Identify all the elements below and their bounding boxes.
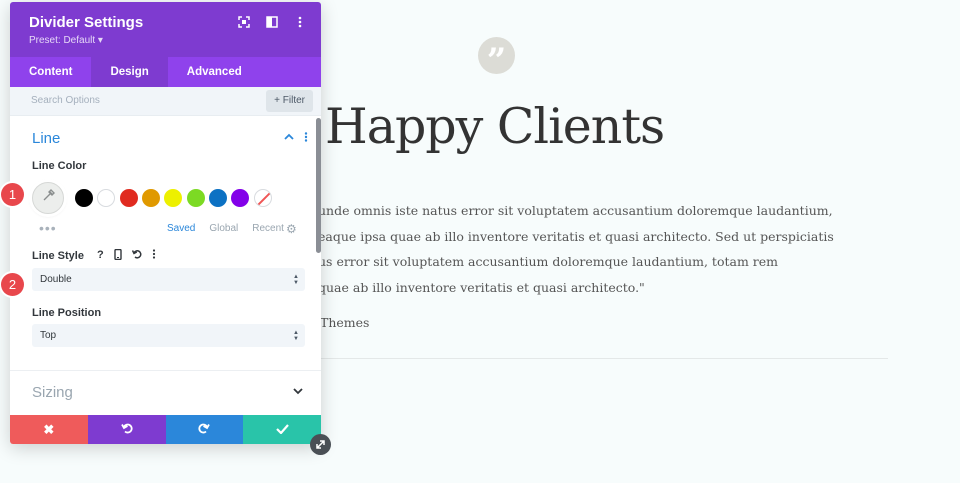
page-title: Happy Clients — [325, 98, 665, 155]
chevron-down-icon — [293, 384, 303, 398]
line-color-label: Line Color — [32, 160, 87, 172]
swatch-orange[interactable] — [142, 189, 160, 207]
section-title-line[interactable]: Line — [32, 130, 60, 147]
check-icon — [275, 422, 289, 437]
line-position-value: Top — [40, 330, 57, 341]
swatch-transparent[interactable] — [254, 189, 272, 207]
tab-design[interactable]: Design — [91, 57, 168, 87]
panel-tabs: Content Design Advanced — [10, 57, 321, 87]
more-options-icon[interactable] — [293, 15, 307, 29]
text-line: quae ab illo inventore veritatis et quas… — [318, 279, 645, 295]
text-line: eaque ipsa quae ab illo inventore verita… — [318, 228, 834, 244]
page-divider[interactable] — [320, 358, 888, 359]
swatch-red[interactable] — [120, 189, 138, 207]
panel-footer: ✖ — [10, 415, 321, 444]
quote-icon: ” — [478, 37, 515, 81]
search-input[interactable] — [31, 95, 251, 106]
undo-button[interactable] — [87, 415, 166, 444]
step-badge: 1 — [1, 183, 24, 206]
section-menu-icon[interactable] — [304, 132, 308, 145]
swatch-blue[interactable] — [209, 189, 227, 207]
panel-header[interactable]: Divider Settings Preset: Default ▾ — [10, 2, 321, 57]
more-swatches-icon[interactable]: ••• — [39, 220, 57, 236]
text-line: unde omnis iste natus error sit voluptat… — [318, 203, 833, 218]
testimonial-author: Themes — [320, 315, 370, 330]
fullscreen-icon[interactable] — [237, 15, 251, 29]
mobile-icon[interactable] — [114, 248, 122, 263]
scrollbar[interactable] — [316, 118, 321, 253]
sizing-section[interactable]: Sizing — [10, 370, 321, 415]
close-icon: ✖ — [43, 421, 55, 437]
tab-content[interactable]: Content — [10, 57, 91, 87]
text-line: us error sit voluptatem accusantium dolo… — [318, 254, 779, 269]
swatch-tab-global[interactable]: Global — [209, 223, 238, 234]
line-style-label: Line Style — [32, 250, 84, 262]
option-menu-icon[interactable] — [152, 249, 156, 263]
undo-icon — [120, 422, 133, 437]
swatch-white[interactable] — [97, 189, 115, 207]
line-position-select[interactable]: Top ▲ ▼ — [32, 324, 305, 347]
swatch-tab-saved[interactable]: Saved — [167, 223, 195, 234]
select-caret-icon: ▲ ▼ — [293, 274, 299, 286]
step-badge: 2 — [1, 273, 24, 296]
cancel-button[interactable]: ✖ — [10, 415, 88, 444]
split-view-icon[interactable] — [265, 15, 279, 29]
preset-dropdown[interactable]: Preset: Default ▾ — [29, 35, 103, 46]
swatch-purple[interactable] — [231, 189, 249, 207]
redo-button[interactable] — [165, 415, 244, 444]
search-row: + Filter — [10, 87, 321, 116]
swatch-tab-recent[interactable]: Recent — [252, 223, 284, 234]
resize-handle-icon[interactable] — [310, 434, 331, 455]
swatch-black[interactable] — [75, 189, 93, 207]
swatch-green[interactable] — [187, 189, 205, 207]
settings-panel: Divider Settings Preset: Default ▾ Conte… — [10, 2, 321, 444]
redo-icon — [198, 422, 211, 437]
reset-icon[interactable] — [131, 249, 142, 263]
color-swatches — [32, 182, 292, 214]
swatch-settings-icon[interactable]: ⚙ — [286, 222, 297, 236]
tab-advanced[interactable]: Advanced — [168, 57, 261, 87]
swatch-yellow[interactable] — [164, 189, 182, 207]
filter-button[interactable]: + Filter — [266, 90, 313, 112]
save-button[interactable] — [243, 415, 321, 444]
section-title-sizing: Sizing — [32, 384, 73, 401]
eyedropper-icon — [41, 188, 55, 208]
line-style-select[interactable]: Double ▲ ▼ — [32, 268, 305, 291]
chevron-up-icon[interactable] — [284, 132, 294, 145]
line-position-label: Line Position — [32, 307, 102, 319]
testimonial-text: unde omnis iste natus error sit voluptat… — [318, 200, 838, 302]
panel-title: Divider Settings — [29, 14, 144, 31]
line-style-value: Double — [40, 274, 72, 285]
select-caret-icon: ▲ ▼ — [293, 330, 299, 342]
help-icon[interactable]: ? — [97, 249, 104, 263]
color-picker-button[interactable] — [32, 182, 64, 214]
